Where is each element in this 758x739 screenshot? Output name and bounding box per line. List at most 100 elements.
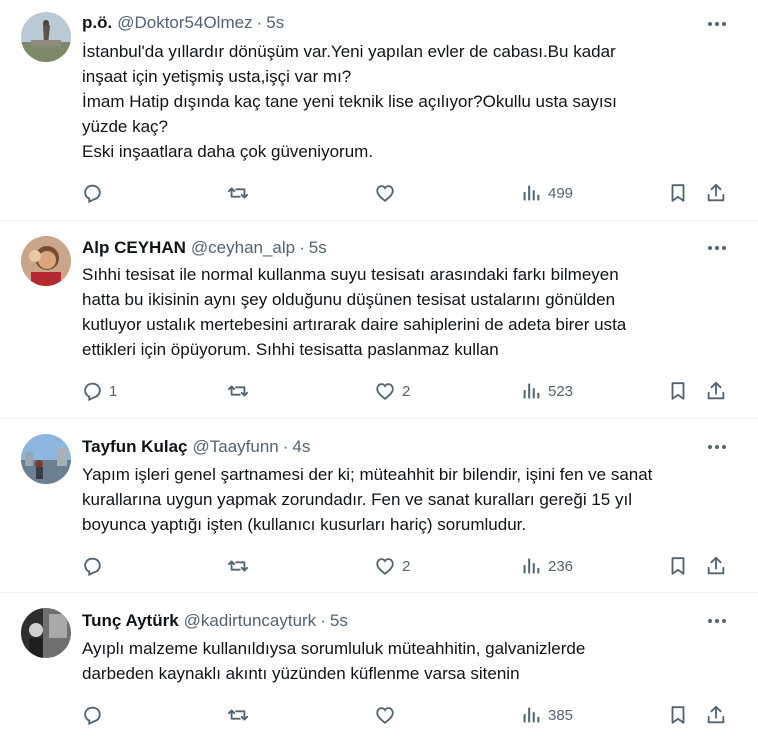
like-count: 2: [402, 382, 411, 400]
tweet-text-line: Ayıplı malzeme kullanıldıysa sorumluluk …: [82, 639, 586, 658]
timestamp[interactable]: 5s: [266, 13, 284, 33]
reply-icon: [84, 706, 101, 726]
retweet-button[interactable]: [227, 182, 255, 204]
share-icon: [707, 183, 725, 202]
tweet-text-line: inşaat için yetişmiş usta,işçi var mı?: [82, 67, 352, 86]
like-count: 2: [402, 557, 411, 575]
reply-button[interactable]: [81, 555, 109, 577]
retweet-button[interactable]: [227, 555, 255, 577]
views-icon: [523, 383, 540, 399]
heart-icon: [376, 185, 394, 202]
tweet[interactable]: p.ö. @Doktor54Olmez · 5s İstanbul'da yıl…: [0, 0, 758, 221]
bookmark-button[interactable]: [667, 704, 689, 726]
views-button[interactable]: 236: [520, 555, 573, 577]
like-button[interactable]: [374, 704, 402, 726]
user-handle[interactable]: @Doktor54Olmez: [117, 13, 252, 33]
views-icon: [523, 185, 540, 201]
separator-dot: ·: [256, 13, 263, 32]
tweet[interactable]: Tunç Aytürk @kadirtuncayturk · 5s Ayıplı…: [0, 593, 758, 739]
tweet-text-line: boyunca yaptığı işten (kullanıcı kusurla…: [82, 515, 527, 534]
reply-button[interactable]: [81, 182, 109, 204]
avatar[interactable]: [21, 12, 71, 62]
tweet-text: İstanbul'da yıllardır dönüşüm var.Yeni y…: [82, 39, 737, 164]
retweet-icon: [227, 560, 249, 572]
views-count: 499: [548, 184, 574, 202]
views-button[interactable]: 523: [520, 380, 573, 402]
tweet-text-line: Eski inşaatlara daha çok güveniyorum.: [82, 142, 374, 161]
reply-button[interactable]: [81, 704, 109, 726]
views-icon: [523, 558, 540, 574]
views-count: 236: [548, 557, 574, 575]
tweet-actions: 1 2 523: [0, 379, 758, 403]
bookmark-button[interactable]: [667, 182, 689, 204]
avatar[interactable]: [21, 608, 71, 658]
more-options-icon[interactable]: [703, 611, 731, 631]
share-button[interactable]: [705, 704, 727, 726]
like-button[interactable]: 2: [374, 555, 410, 577]
tweet-text: Sıhhi tesisat ile normal kullanma suyu t…: [82, 262, 737, 362]
views-button[interactable]: 385: [520, 704, 573, 726]
retweet-icon: [227, 709, 249, 721]
tweet-actions: 385: [0, 703, 758, 727]
avatar[interactable]: [21, 236, 71, 286]
display-name[interactable]: Alp CEYHAN: [82, 238, 186, 258]
more-options-icon[interactable]: [703, 14, 731, 34]
bookmark-icon: [671, 184, 685, 202]
tweet-header: Tayfun Kulaç @Taayfunn · 4s: [82, 434, 310, 460]
like-button[interactable]: [374, 182, 402, 204]
more-options-icon[interactable]: [703, 238, 731, 258]
reply-icon: [84, 382, 101, 402]
bookmark-button[interactable]: [667, 555, 689, 577]
tweet-header: p.ö. @Doktor54Olmez · 5s: [82, 10, 284, 36]
timestamp[interactable]: 5s: [330, 611, 348, 631]
tweet-text-line: kutluyor ustalık mertebesini artırarak d…: [82, 315, 627, 334]
retweet-button[interactable]: [227, 704, 255, 726]
reply-button[interactable]: 1: [81, 380, 117, 402]
tweet-text-line: Yapım işleri genel şartnamesi der ki; mü…: [82, 465, 653, 484]
retweet-button[interactable]: [227, 380, 255, 402]
bookmark-icon: [671, 557, 685, 575]
timestamp[interactable]: 5s: [309, 238, 327, 258]
user-handle[interactable]: @ceyhan_alp: [191, 238, 295, 258]
tweet[interactable]: Alp CEYHAN @ceyhan_alp · 5s Sıhhi tesisa…: [0, 221, 758, 419]
tweet-header: Alp CEYHAN @ceyhan_alp · 5s: [82, 235, 327, 261]
tweet-actions: 2 236: [0, 554, 758, 578]
separator-dot: ·: [320, 611, 326, 630]
share-button[interactable]: [705, 182, 727, 204]
more-options-icon[interactable]: [703, 437, 731, 457]
avatar[interactable]: [21, 434, 71, 484]
reply-icon: [84, 184, 101, 204]
bookmark-icon: [671, 382, 685, 400]
timestamp[interactable]: 4s: [292, 437, 310, 457]
tweet-text-line: kurallarına uygun yapmak zorundadır. Fen…: [82, 490, 632, 509]
tweet[interactable]: Tayfun Kulaç @Taayfunn · 4s Yapım işleri…: [0, 419, 758, 593]
bookmark-icon: [671, 706, 685, 724]
share-button[interactable]: [705, 380, 727, 402]
tweet-actions: 499: [0, 181, 758, 205]
tweet-text: Yapım işleri genel şartnamesi der ki; mü…: [82, 462, 737, 537]
separator-dot: ·: [299, 238, 305, 257]
user-handle[interactable]: @kadirtuncayturk: [184, 611, 317, 631]
share-icon: [707, 556, 725, 575]
views-icon: [523, 707, 540, 723]
tweet-text: Ayıplı malzeme kullanıldıysa sorumluluk …: [82, 636, 737, 686]
views-count: 523: [548, 382, 574, 400]
display-name[interactable]: p.ö.: [82, 13, 112, 33]
heart-icon: [376, 558, 394, 575]
share-icon: [707, 381, 725, 400]
tweet-header: Tunç Aytürk @kadirtuncayturk · 5s: [82, 608, 348, 634]
user-handle[interactable]: @Taayfunn: [192, 437, 278, 457]
retweet-icon: [227, 385, 249, 397]
display-name[interactable]: Tunç Aytürk: [82, 611, 179, 631]
share-button[interactable]: [705, 555, 727, 577]
tweet-text-line: darbeden kaynaklı akıntı yüzünden küflen…: [82, 664, 520, 683]
display-name[interactable]: Tayfun Kulaç: [82, 437, 187, 457]
heart-icon: [376, 707, 394, 724]
like-button[interactable]: 2: [374, 380, 410, 402]
bookmark-button[interactable]: [667, 380, 689, 402]
reply-icon: [84, 557, 101, 577]
tweet-text-line: İmam Hatip dışında kaç tane yeni teknik …: [82, 92, 617, 111]
reply-count: 1: [109, 382, 118, 400]
views-button[interactable]: 499: [520, 182, 573, 204]
views-count: 385: [548, 706, 574, 724]
